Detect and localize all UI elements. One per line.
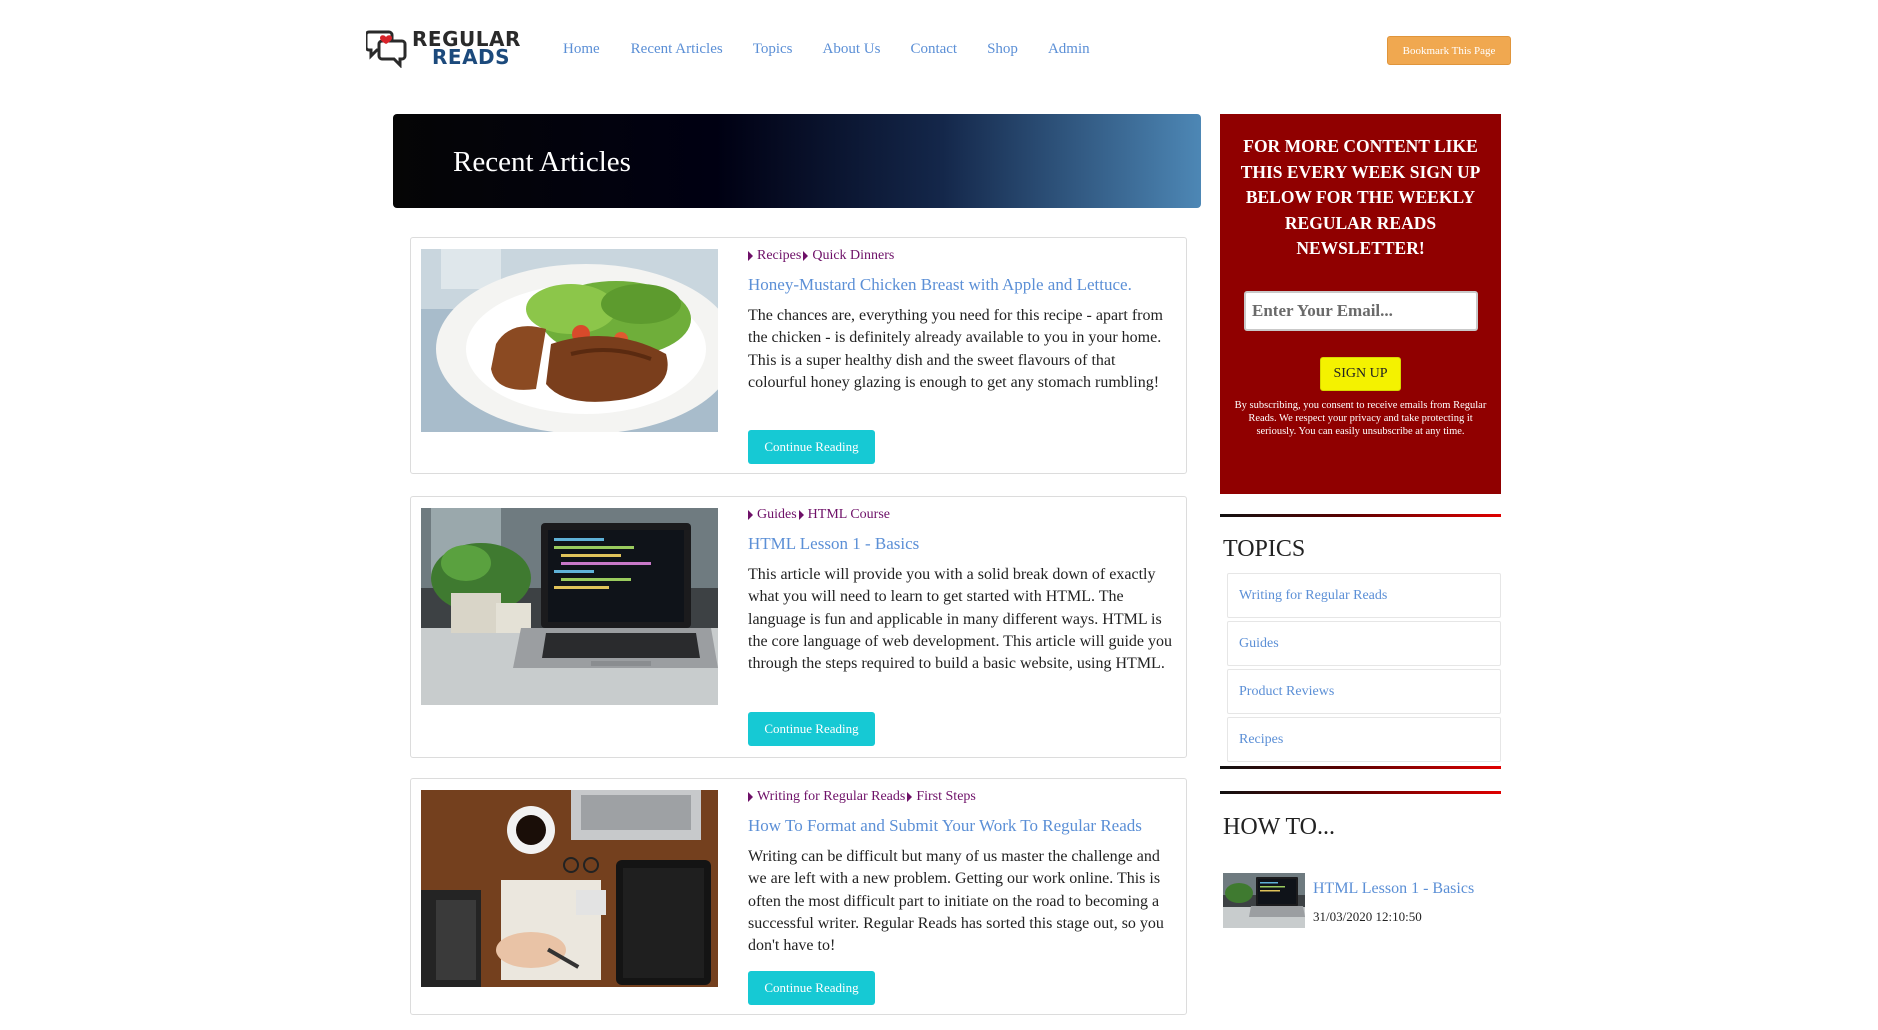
caret-right-icon [803,251,809,261]
section-divider [1220,791,1501,794]
article-category-link[interactable]: Recipes [757,248,801,264]
page-title: Recent Articles [453,146,631,178]
nav-home[interactable]: Home [563,41,600,58]
laptop-thumbnail-image [1223,873,1305,928]
speech-bubble-heart-icon [366,30,407,68]
food-plate-image [421,249,718,432]
article-breadcrumb: Recipes Quick Dinners [748,248,1174,264]
howto-heading: HOW TO... [1223,814,1336,840]
article-card: Guides HTML Course HTML Lesson 1 - Basic… [410,496,1187,758]
howto-thumbnail[interactable] [1223,873,1305,928]
page-banner: Recent Articles [393,114,1201,208]
topics-heading: TOPICS [1223,536,1306,562]
nav-topics[interactable]: Topics [753,41,793,58]
desk-writing-image [421,790,718,987]
caret-right-icon [907,792,913,802]
caret-right-icon [748,792,753,802]
nav-contact[interactable]: Contact [910,41,957,58]
newsletter-signup-panel: For more content like this every week si… [1220,114,1501,494]
site-logo[interactable]: REGULAR READS [366,26,521,70]
topic-link-guides[interactable]: Guides [1227,621,1501,666]
article-title-link[interactable]: How To Format and Submit Your Work To Re… [748,816,1174,836]
bookmark-button[interactable]: Bookmark This Page [1387,36,1511,65]
article-category-link[interactable]: Guides [757,507,797,523]
caret-right-icon [748,251,753,261]
section-divider [1220,766,1501,769]
article-card: Writing for Regular Reads First Steps Ho… [410,778,1187,1015]
section-divider [1220,514,1501,517]
topic-link-product-reviews[interactable]: Product Reviews [1227,669,1501,714]
nav-recent-articles[interactable]: Recent Articles [631,41,723,58]
howto-list-item[interactable]: HTML Lesson 1 - Basics 31/03/2020 12:10:… [1223,873,1503,929]
article-title-link[interactable]: HTML Lesson 1 - Basics [748,534,1174,554]
newsletter-privacy-note: By subscribing, you consent to receive e… [1234,400,1487,437]
article-excerpt: This article will provide you with a sol… [748,566,1173,673]
laptop-code-image [421,508,718,705]
newsletter-heading: For more content like this every week si… [1240,136,1481,258]
continue-reading-button[interactable]: Continue Reading [748,971,875,1005]
article-subcategory-link[interactable]: HTML Course [808,507,890,523]
article-subcategory-link[interactable]: First Steps [916,789,976,805]
main-nav: Home Recent Articles Topics About Us Con… [563,41,1120,58]
howto-date: 31/03/2020 12:10:50 [1313,909,1422,924]
topic-link-recipes[interactable]: Recipes [1227,717,1501,762]
article-breadcrumb: Guides HTML Course [748,507,1174,523]
article-excerpt: Writing can be difficult but many of us … [748,848,1164,955]
article-subcategory-link[interactable]: Quick Dinners [812,248,894,264]
article-breadcrumb: Writing for Regular Reads First Steps [748,789,1174,805]
article-title-link[interactable]: Honey-Mustard Chicken Breast with Apple … [748,275,1174,295]
topic-link-writing[interactable]: Writing for Regular Reads [1227,573,1501,618]
article-category-link[interactable]: Writing for Regular Reads [757,789,905,805]
logo-line-2: READS [432,45,511,69]
nav-about-us[interactable]: About Us [823,41,881,58]
howto-title-link[interactable]: HTML Lesson 1 - Basics [1313,880,1474,898]
newsletter-email-input[interactable] [1244,291,1478,331]
article-image-chicken-salad[interactable] [421,249,718,432]
nav-admin[interactable]: Admin [1048,41,1090,58]
article-card: Recipes Quick Dinners Honey-Mustard Chic… [410,237,1187,474]
continue-reading-button[interactable]: Continue Reading [748,430,875,464]
caret-right-icon [798,510,804,520]
signup-button[interactable]: SIGN UP [1320,357,1401,391]
nav-shop[interactable]: Shop [987,41,1018,58]
caret-right-icon [748,510,753,520]
article-image-desk[interactable] [421,790,718,987]
article-image-laptop[interactable] [421,508,718,705]
continue-reading-button[interactable]: Continue Reading [748,712,875,746]
article-excerpt: The chances are, everything you need for… [748,307,1163,391]
